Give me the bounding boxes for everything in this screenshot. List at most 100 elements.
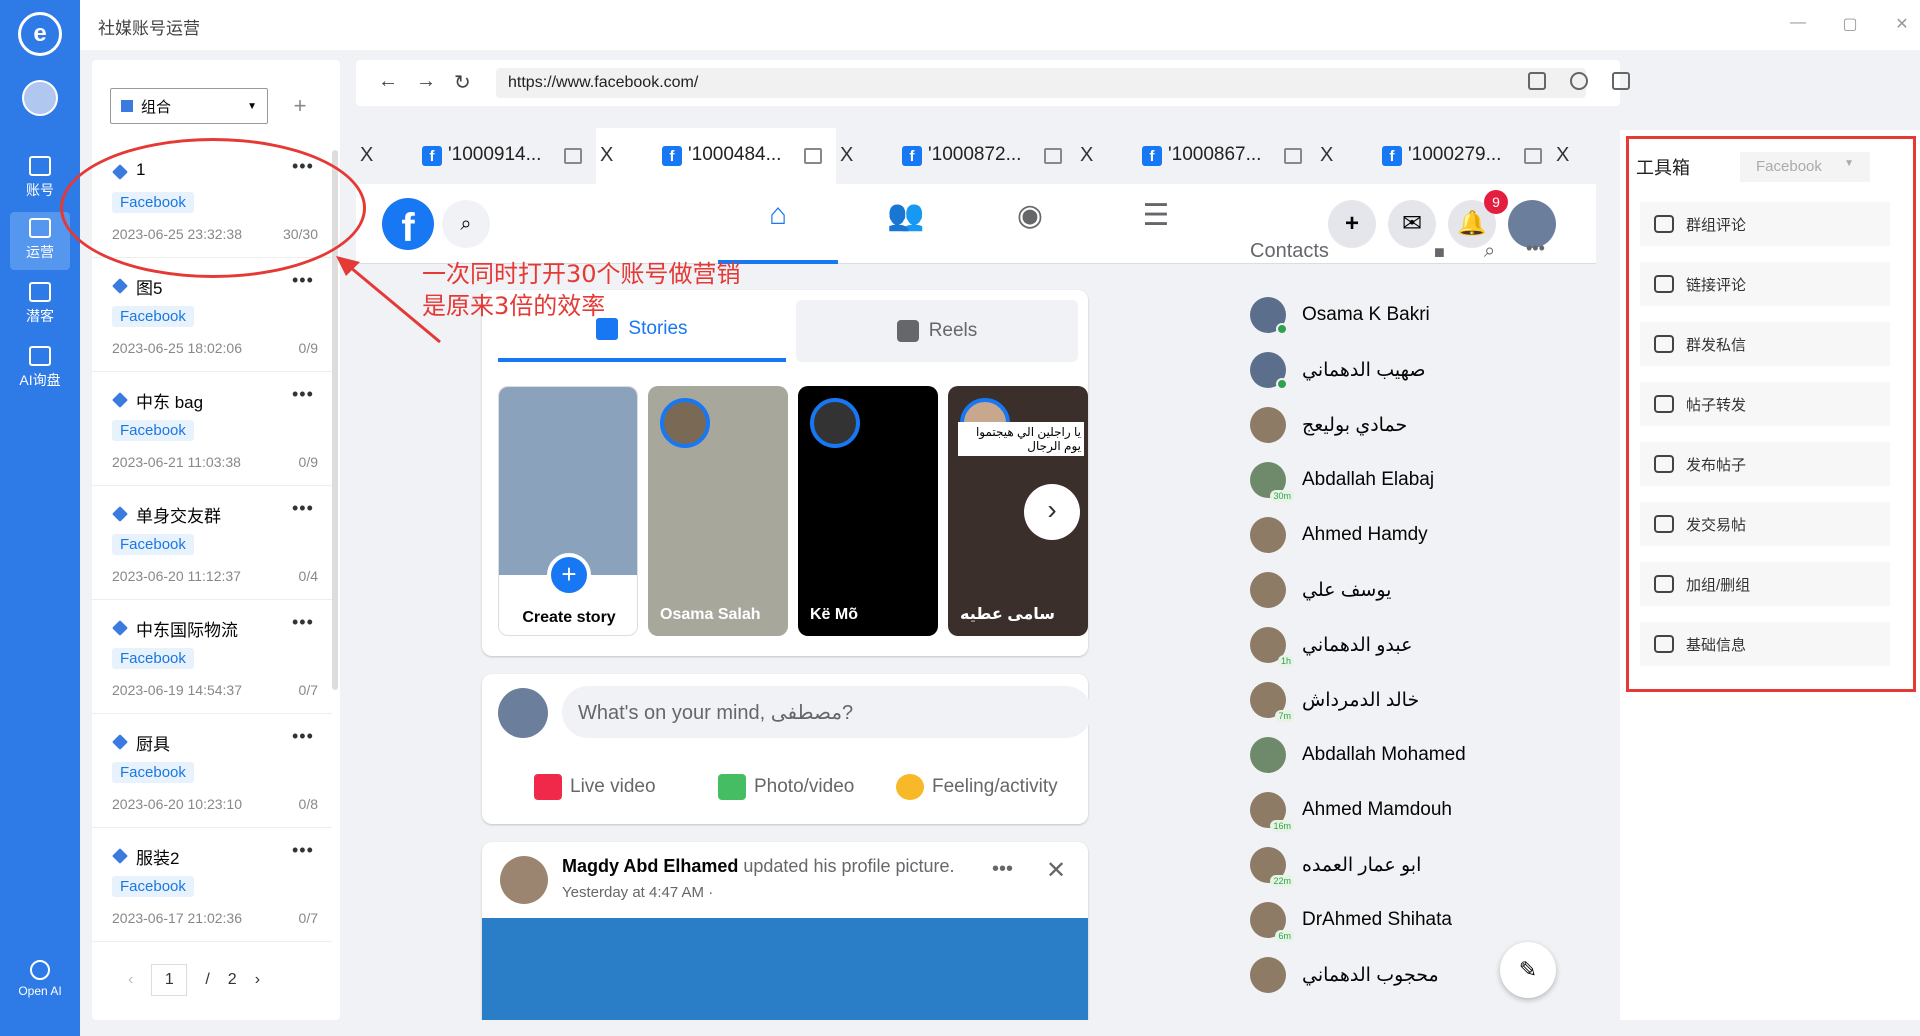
browser-tab[interactable]: Xf '1000914... bbox=[356, 128, 596, 184]
messenger-icon[interactable]: ✉ bbox=[1388, 200, 1436, 248]
close-tab-icon[interactable]: X bbox=[600, 144, 613, 167]
tab-reels[interactable]: Reels bbox=[796, 300, 1078, 362]
contact-item[interactable]: Ahmed Hamdy bbox=[1250, 508, 1590, 562]
account-card[interactable]: 中东国际物流 ••• Facebook 2023-06-19 14:54:37 0/7 bbox=[92, 600, 332, 714]
account-card[interactable]: 单身交友群 ••• Facebook 2023-06-20 11:12:37 0/4 bbox=[92, 486, 332, 600]
close-tab-icon[interactable]: X bbox=[1556, 144, 1569, 167]
calendar-icon[interactable] bbox=[1524, 148, 1542, 164]
tab-label: '1000914... bbox=[448, 144, 542, 165]
tab-label: '1000279... bbox=[1408, 144, 1502, 165]
page-input[interactable]: 1 bbox=[151, 964, 188, 996]
reload-icon[interactable]: ↻ bbox=[454, 70, 471, 95]
video-call-icon[interactable]: ■ bbox=[1434, 242, 1445, 263]
close-tab-icon[interactable]: X bbox=[360, 144, 373, 167]
more-icon[interactable]: ••• bbox=[292, 270, 314, 291]
cube-icon bbox=[112, 278, 128, 294]
cube-icon bbox=[112, 734, 128, 750]
calendar-icon[interactable] bbox=[564, 148, 582, 164]
contact-item[interactable]: 6m DrAhmed Shihata bbox=[1250, 893, 1590, 947]
nav-item-operations[interactable]: 运营 bbox=[10, 212, 70, 270]
forward-icon[interactable]: → bbox=[416, 70, 436, 93]
briefcase-icon[interactable] bbox=[1612, 72, 1630, 90]
add-group-button[interactable]: + bbox=[282, 88, 318, 124]
contact-item[interactable]: يوسف علي bbox=[1250, 563, 1590, 617]
calendar-icon[interactable] bbox=[804, 148, 822, 164]
more-icon[interactable]: ••• bbox=[992, 858, 1013, 881]
account-date: 2023-06-17 21:02:36 bbox=[112, 910, 242, 926]
nav-item-leads[interactable]: 潜客 bbox=[10, 276, 70, 334]
nav-item-openai[interactable]: Open AI bbox=[10, 960, 70, 998]
story-avatar bbox=[810, 398, 860, 448]
avatar bbox=[1250, 957, 1286, 993]
story-name: Create story bbox=[522, 609, 616, 626]
search-icon[interactable]: ⌕ bbox=[442, 200, 490, 248]
feeling-activity-button[interactable]: Feeling/activity bbox=[896, 774, 1058, 800]
friends-icon[interactable]: 👥 bbox=[846, 198, 966, 264]
post-image[interactable] bbox=[482, 918, 1088, 1020]
live-video-button[interactable]: Live video bbox=[534, 774, 656, 800]
account-name: 中东国际物流 bbox=[136, 621, 238, 640]
new-message-icon[interactable]: ✎ bbox=[1500, 942, 1556, 998]
address-bar[interactable]: https://www.facebook.com/ bbox=[496, 68, 1586, 98]
post-time[interactable]: Yesterday at 4:47 AM · bbox=[562, 884, 713, 901]
photo-video-button[interactable]: Photo/video bbox=[718, 774, 854, 800]
contact-item[interactable]: 1h عبدو الدهماني bbox=[1250, 618, 1590, 672]
contact-item[interactable]: 30m Abdallah Elabaj bbox=[1250, 453, 1590, 507]
more-icon[interactable]: ••• bbox=[292, 498, 314, 519]
avatar bbox=[1250, 737, 1286, 773]
more-icon[interactable]: ••• bbox=[292, 612, 314, 633]
calendar-icon[interactable] bbox=[1284, 148, 1302, 164]
post-author[interactable]: Magdy Abd Elhamed bbox=[562, 856, 738, 876]
clear-icon[interactable] bbox=[1570, 72, 1588, 90]
browser-tab[interactable]: Xf '1000484... bbox=[596, 128, 836, 184]
create-story-card[interactable]: + Create story bbox=[498, 386, 638, 636]
group-select[interactable]: 组合 ▼ bbox=[110, 88, 268, 124]
contact-item[interactable]: 22m ابو عمار العمده bbox=[1250, 838, 1590, 892]
create-icon[interactable]: + bbox=[1328, 200, 1376, 248]
story-card[interactable]: Osama Salah bbox=[648, 386, 788, 636]
contact-item[interactable]: صهيب الدهماني bbox=[1250, 343, 1590, 397]
home-icon[interactable]: ⌂ bbox=[718, 198, 838, 264]
contact-item[interactable]: 7m خالد الدمرداش bbox=[1250, 673, 1590, 727]
page-total: 2 bbox=[227, 971, 237, 988]
contact-item[interactable]: Abdallah Mohamed bbox=[1250, 728, 1590, 782]
facebook-logo[interactable]: f bbox=[382, 198, 434, 250]
account-card[interactable]: 中东 bag ••• Facebook 2023-06-21 11:03:38 0/9 bbox=[92, 372, 332, 486]
more-icon[interactable]: ••• bbox=[292, 840, 314, 861]
avatar bbox=[1250, 572, 1286, 608]
contact-item[interactable]: 16m Ahmed Mamdouh bbox=[1250, 783, 1590, 837]
prev-page-icon[interactable]: ‹ bbox=[128, 971, 133, 989]
story-card[interactable]: Kë Mõ bbox=[798, 386, 938, 636]
close-tab-icon[interactable]: X bbox=[1080, 144, 1093, 167]
groups-icon[interactable]: ◉ bbox=[970, 198, 1090, 264]
search-icon[interactable]: ⌕ bbox=[1484, 240, 1495, 263]
contact-item[interactable]: حمادي بوليعج bbox=[1250, 398, 1590, 452]
next-page-icon[interactable]: › bbox=[255, 971, 260, 989]
close-tab-icon[interactable]: X bbox=[840, 144, 853, 167]
composer-input[interactable]: What's on your mind, مصطفى? bbox=[562, 686, 1092, 738]
nav-item-ai-inquiry[interactable]: AI询盘 bbox=[10, 340, 70, 398]
close-icon[interactable]: ✕ bbox=[1890, 14, 1914, 34]
more-icon[interactable]: ••• bbox=[292, 726, 314, 747]
account-card[interactable]: 厨具 ••• Facebook 2023-06-20 10:23:10 0/8 bbox=[92, 714, 332, 828]
copy-icon[interactable] bbox=[1528, 72, 1546, 90]
menu-icon[interactable]: ☰ bbox=[1096, 198, 1216, 264]
maximize-icon[interactable]: ▢ bbox=[1838, 14, 1862, 34]
calendar-icon[interactable] bbox=[1044, 148, 1062, 164]
story-card[interactable]: يا راجلين الي هيجتموا يوم الرجال سامى عط… bbox=[948, 386, 1088, 636]
contact-item[interactable]: Osama K Bakri bbox=[1250, 288, 1590, 342]
browser-tab[interactable]: Xf '1000279... bbox=[1316, 128, 1556, 184]
browser-tab[interactable]: Xf '1000867... bbox=[1076, 128, 1316, 184]
account-name: 厨具 bbox=[136, 735, 170, 754]
close-icon[interactable]: ✕ bbox=[1046, 856, 1066, 885]
minimize-icon[interactable]: — bbox=[1786, 14, 1810, 32]
chevron-right-icon[interactable]: › bbox=[1024, 484, 1080, 540]
avatar bbox=[1250, 517, 1286, 553]
more-icon[interactable]: ••• bbox=[1526, 238, 1545, 259]
more-icon[interactable]: ••• bbox=[292, 384, 314, 405]
back-icon[interactable]: ← bbox=[378, 70, 398, 93]
account-card[interactable]: 服装2 ••• Facebook 2023-06-17 21:02:36 0/7 bbox=[92, 828, 332, 942]
user-avatar[interactable] bbox=[22, 80, 58, 116]
browser-tab[interactable]: Xf '1000872... bbox=[836, 128, 1076, 184]
close-tab-icon[interactable]: X bbox=[1320, 144, 1333, 167]
